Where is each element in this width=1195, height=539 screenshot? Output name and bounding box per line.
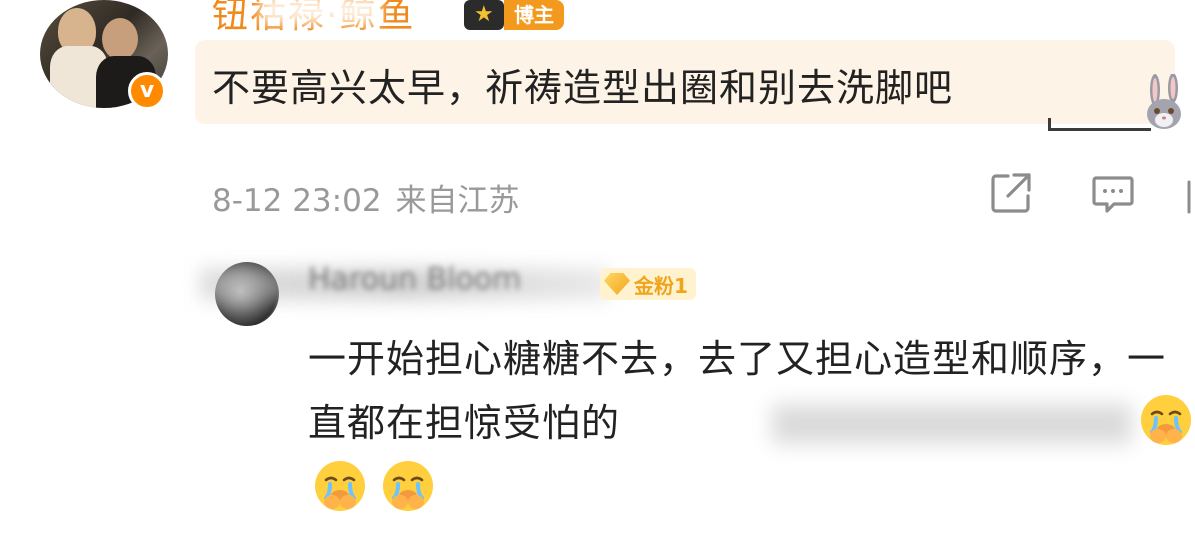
username-blur-overlay — [260, 0, 380, 24]
blogger-badge-label: 博主 — [504, 0, 564, 30]
fan-badge-label: 金粉1 — [634, 273, 688, 298]
location: 来自江苏 — [395, 183, 520, 219]
crying-emoji-icon — [383, 461, 433, 511]
blogger-badge: 博主 — [464, 0, 564, 30]
crying-emoji-icon — [315, 461, 365, 511]
crying-emoji-icon — [1141, 395, 1191, 445]
bubble-decoration — [1048, 118, 1151, 131]
timestamp: 8-12 23:02 — [212, 183, 382, 219]
verified-badge-icon: v — [128, 72, 166, 110]
comment-icon[interactable] — [1090, 172, 1136, 218]
reply-username[interactable]: Haroun Bloom — [308, 262, 521, 297]
comment-thread: v 钮祜禄·鲸鱼 博主 不要高兴太早，祈祷造型出圈和别去洗脚吧 8-12 23:… — [0, 0, 1195, 539]
bunny-sticker-icon — [1147, 74, 1181, 129]
more-icon[interactable] — [1186, 180, 1195, 214]
diamond-icon — [604, 273, 630, 295]
fan-badge: 金粉1 — [600, 268, 696, 300]
username[interactable]: 钮祜禄·鲸鱼 — [212, 0, 415, 38]
comment-text: 不要高兴太早，祈祷造型出圈和别去洗脚吧 — [212, 66, 954, 110]
comment-meta: 8-12 23:02 来自江苏 — [212, 175, 520, 220]
crown-icon — [464, 0, 504, 30]
text-blur-overlay — [772, 404, 1132, 444]
share-icon[interactable] — [988, 170, 1034, 216]
